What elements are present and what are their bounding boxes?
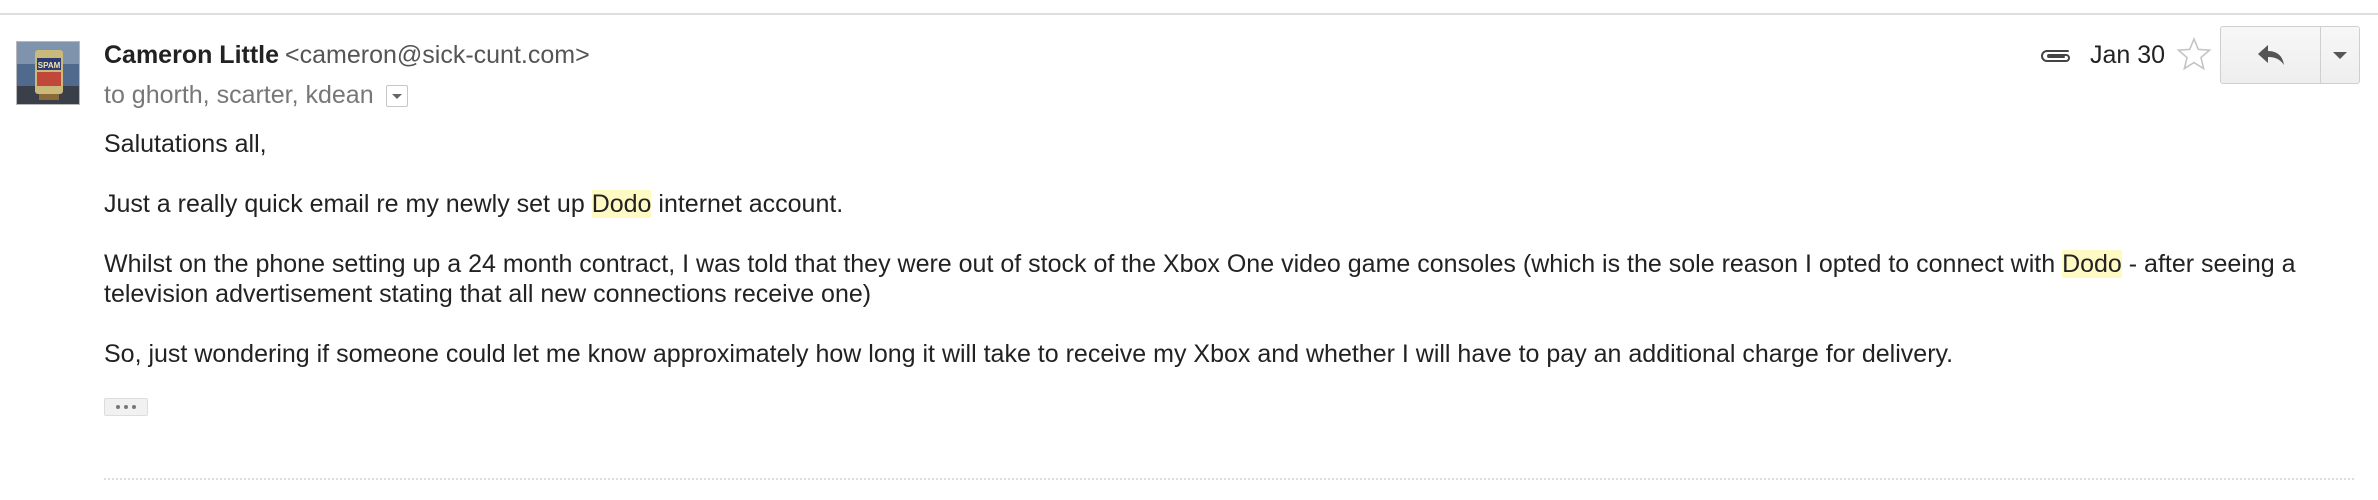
- body-paragraph-2: Whilst on the phone setting up a 24 mont…: [104, 249, 2354, 309]
- sender-line: Cameron Little <cameron@sick-cunt.com>: [104, 39, 590, 71]
- highlighted-term: Dodo: [2062, 250, 2122, 278]
- show-trimmed-content-button[interactable]: [104, 398, 148, 416]
- p2-text-before: Whilst on the phone setting up a 24 mont…: [104, 250, 2063, 278]
- p1-text-before: Just a really quick email re my newly se…: [104, 190, 592, 218]
- more-actions-button[interactable]: [2321, 27, 2359, 83]
- p1-text-after: internet account.: [651, 190, 844, 218]
- top-divider: [0, 13, 2378, 15]
- reply-button[interactable]: [2221, 27, 2321, 83]
- spam-can-avatar-icon: SPAM: [17, 42, 79, 104]
- ellipsis-icon: [124, 405, 128, 409]
- reply-icon: [2257, 45, 2284, 65]
- recipients-text: to ghorth, scarter, kdean: [104, 81, 374, 109]
- chevron-down-icon: [391, 94, 402, 99]
- message-divider: [104, 478, 2354, 480]
- ellipsis-icon: [132, 405, 136, 409]
- sender-email: <cameron@sick-cunt.com>: [285, 41, 590, 69]
- paperclip-icon: [2041, 50, 2070, 62]
- sender-avatar[interactable]: SPAM: [16, 41, 80, 105]
- sender-name[interactable]: Cameron Little: [104, 41, 279, 69]
- body-paragraph-1: Just a really quick email re my newly se…: [104, 189, 2354, 219]
- reply-button-group: [2220, 26, 2360, 84]
- message-date: Jan 30: [2090, 41, 2166, 69]
- body-paragraph-3: So, just wondering if someone could let …: [104, 340, 1954, 368]
- greeting-paragraph: Salutations all,: [104, 130, 267, 158]
- message-body: Salutations all, Just a really quick ema…: [104, 129, 2354, 399]
- star-icon[interactable]: [2176, 36, 2212, 72]
- show-details-button[interactable]: [385, 85, 408, 107]
- svg-text:SPAM: SPAM: [38, 61, 61, 70]
- ellipsis-icon: [116, 405, 120, 409]
- recipients-line: to ghorth, scarter, kdean: [104, 79, 408, 111]
- highlighted-term: Dodo: [591, 190, 652, 218]
- chevron-down-icon: [2333, 51, 2347, 59]
